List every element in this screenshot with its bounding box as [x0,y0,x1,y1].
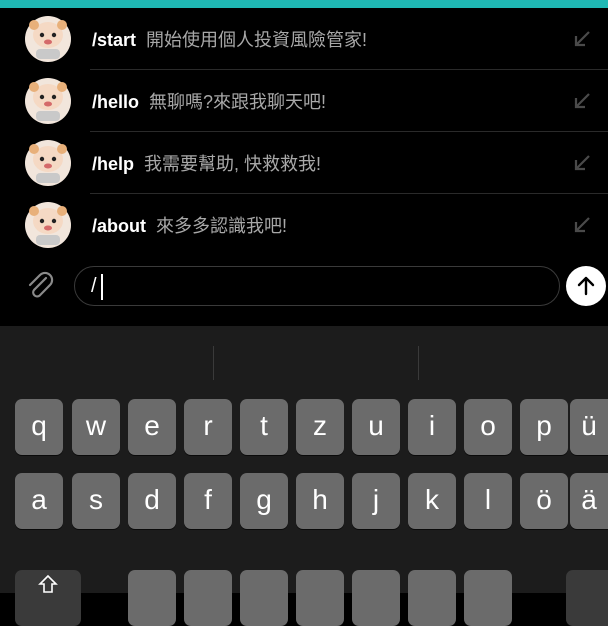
key-z[interactable]: z [296,399,344,455]
message-input-bar: / [0,256,608,326]
key-row3-6[interactable] [408,570,456,626]
suggestion-bar [0,326,608,396]
command-row-about[interactable]: /about 來多多認識我吧! [0,194,608,256]
bot-avatar-icon [25,140,71,186]
key-p[interactable]: p [520,399,568,455]
key-j[interactable]: j [352,473,400,529]
command-name: /hello [92,92,140,112]
key-u-umlaut[interactable]: ü [570,399,608,455]
key-u[interactable]: u [352,399,400,455]
key-row3-3[interactable] [240,570,288,626]
arrow-down-left-icon [574,31,590,47]
command-name: /help [92,154,135,174]
delete-key[interactable] [566,570,608,626]
key-t[interactable]: t [240,399,288,455]
key-a[interactable]: a [15,473,63,529]
text-caret [100,273,103,300]
on-screen-keyboard: q w e r t z u i o p ü a s d f g h j k l … [0,326,608,626]
key-o[interactable]: o [464,399,512,455]
bot-avatar-icon [25,202,71,248]
key-l[interactable]: l [464,473,512,529]
key-e[interactable]: e [128,399,176,455]
command-description: 來多多認識我吧! [156,216,288,236]
command-description: 無聊嗎?來跟我聊天吧! [149,92,327,112]
command-suggestion-list: /start 開始使用個人投資風險管家! /hello 無聊嗎?來跟我聊天吧! [0,8,608,256]
bot-avatar-icon [25,16,71,62]
key-a-umlaut[interactable]: ä [570,473,608,529]
shift-key[interactable] [15,570,81,626]
key-q[interactable]: q [15,399,63,455]
key-g[interactable]: g [240,473,288,529]
command-row-start[interactable]: /start 開始使用個人投資風險管家! [0,8,608,70]
arrow-up-icon [577,276,595,296]
send-button[interactable] [566,266,606,306]
bot-avatar-icon [25,78,71,124]
arrow-down-left-icon [574,93,590,109]
arrow-down-left-icon [574,217,590,233]
key-d[interactable]: d [128,473,176,529]
input-value: / [91,275,97,297]
key-f[interactable]: f [184,473,232,529]
message-input[interactable]: / [74,266,560,306]
key-r[interactable]: r [184,399,232,455]
key-h[interactable]: h [296,473,344,529]
key-row3-1[interactable] [128,570,176,626]
command-row-hello[interactable]: /hello 無聊嗎?來跟我聊天吧! [0,70,608,132]
key-i[interactable]: i [408,399,456,455]
key-row3-5[interactable] [352,570,400,626]
command-name: /start [92,30,137,50]
key-k[interactable]: k [408,473,456,529]
command-description: 我需要幫助, 快救救我! [144,154,322,174]
shift-icon [38,574,58,593]
command-name: /about [92,216,146,236]
command-row-help[interactable]: /help 我需要幫助, 快救救我! [0,132,608,194]
key-row3-4[interactable] [296,570,344,626]
arrow-down-left-icon [574,155,590,171]
key-s[interactable]: s [72,473,120,529]
key-row3-2[interactable] [184,570,232,626]
key-row3-7[interactable] [464,570,512,626]
suggestion-divider [418,346,419,380]
key-w[interactable]: w [72,399,120,455]
paperclip-icon[interactable] [22,268,56,302]
key-o-umlaut[interactable]: ö [520,473,568,529]
suggestion-divider [213,346,214,380]
command-description: 開始使用個人投資風險管家! [146,30,368,50]
top-accent-bar [0,0,608,8]
